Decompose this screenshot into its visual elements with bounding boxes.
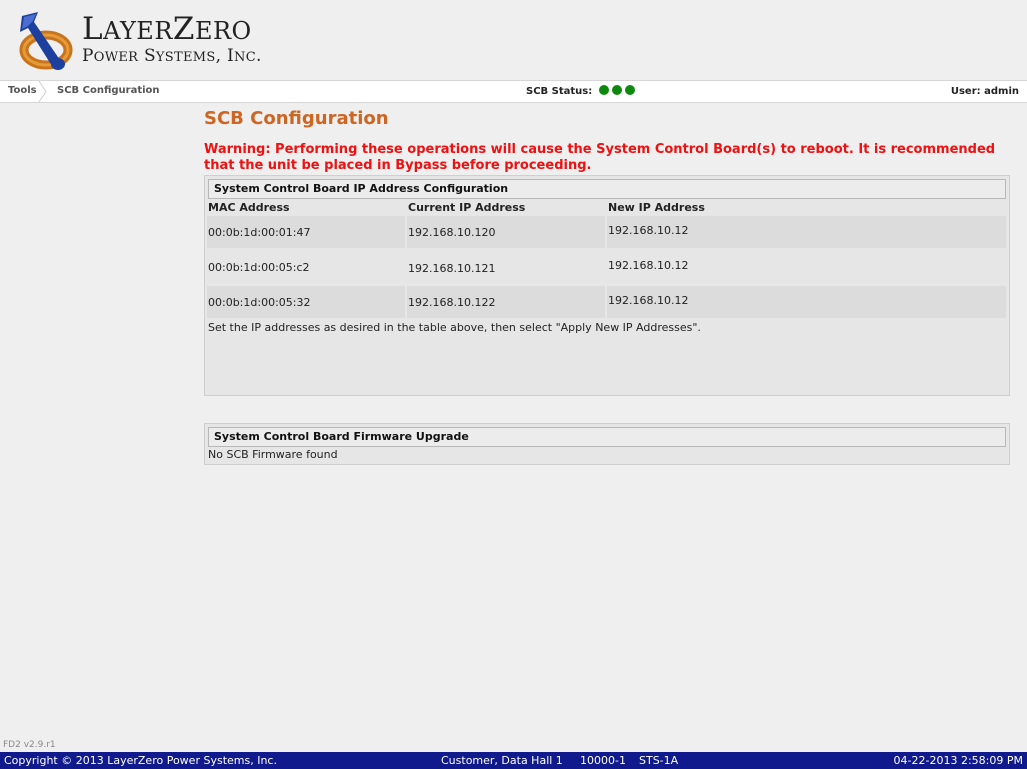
page-title: SCB Configuration [204, 108, 389, 129]
header: LAYERZERO POWER SYSTEMS, INC. [0, 0, 1027, 80]
column-header-current-ip: Current IP Address [408, 201, 526, 214]
column-header-mac: MAC Address [208, 201, 290, 214]
column-header-new-ip: New IP Address [608, 201, 705, 214]
ip-config-instructions: Set the IP addresses as desired in the t… [208, 321, 701, 334]
mac-address: 00:0b:1d:00:05:c2 [208, 261, 310, 274]
status-footer: Copyright © 2013 LayerZero Power Systems… [0, 752, 1027, 769]
current-ip-address: 192.168.10.121 [408, 262, 496, 275]
current-ip-address: 192.168.10.120 [408, 226, 496, 239]
breadcrumb-bar: Tools SCB Configuration SCB Status: User… [0, 80, 1027, 103]
mac-address: 00:0b:1d:00:05:32 [208, 296, 311, 309]
brand-name: LAYERZERO [82, 11, 252, 47]
footer-datetime: 04-22-2013 2:58:09 PM [893, 754, 1023, 767]
ip-config-panel: System Control Board IP Address Configur… [204, 175, 1010, 396]
new-ip-address[interactable]: 192.168.10.12 [608, 294, 688, 307]
version-label: FD2 v2.9.r1 [3, 740, 56, 750]
new-ip-address[interactable]: 192.168.10.12 [608, 259, 688, 272]
mac-address: 00:0b:1d:00:01:47 [208, 226, 311, 239]
firmware-status: No SCB Firmware found [208, 448, 338, 461]
new-ip-address[interactable]: 192.168.10.12 [608, 224, 688, 237]
breadcrumb-scb-configuration[interactable]: SCB Configuration [57, 85, 160, 96]
reboot-warning: Warning: Performing these operations wil… [204, 142, 996, 173]
customer-location: Customer, Data Hall 1 [441, 754, 563, 767]
layerzero-logo-icon [19, 12, 73, 70]
copyright: Copyright © 2013 LayerZero Power Systems… [4, 754, 277, 767]
status-indicator-1-icon [598, 85, 609, 95]
unit-id: 10000-1 [580, 754, 626, 767]
firmware-panel: System Control Board Firmware Upgrade No… [204, 423, 1010, 465]
breadcrumb-tools[interactable]: Tools [8, 85, 37, 96]
scb-status: SCB Status: [526, 85, 635, 97]
model-id: STS-1A [639, 754, 679, 767]
status-indicator-2-icon [611, 85, 622, 95]
user-label[interactable]: User: admin [951, 86, 1019, 97]
ip-config-heading: System Control Board IP Address Configur… [208, 179, 1006, 199]
breadcrumb-separator-icon [38, 81, 47, 102]
firmware-heading: System Control Board Firmware Upgrade [208, 427, 1006, 447]
brand-subtitle: POWER SYSTEMS, INC. [82, 46, 262, 66]
current-ip-address: 192.168.10.122 [408, 296, 496, 309]
scb-status-label: SCB Status: [526, 86, 593, 97]
status-indicator-3-icon [624, 85, 635, 95]
